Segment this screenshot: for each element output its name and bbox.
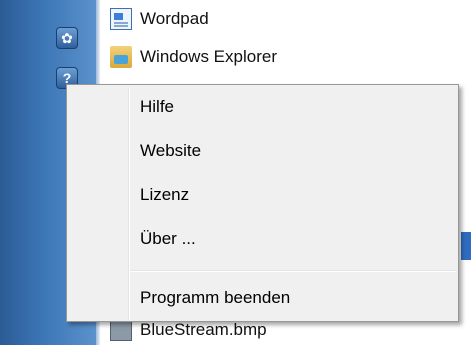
- list-item-windows-explorer[interactable]: Windows Explorer: [110, 44, 277, 70]
- bitmap-file-icon: [110, 319, 132, 341]
- list-item-wordpad[interactable]: Wordpad: [110, 6, 209, 32]
- wordpad-icon: [110, 8, 132, 30]
- gear-icon: ✿: [61, 29, 73, 46]
- menu-item-license[interactable]: Lizenz: [140, 180, 189, 210]
- selection-highlight: [461, 232, 471, 260]
- list-item-label: Wordpad: [140, 9, 209, 28]
- menu-item-exit[interactable]: Programm beenden: [140, 283, 290, 313]
- context-menu: Hilfe Website Lizenz Über ... Programm b…: [66, 84, 459, 322]
- menu-item-website[interactable]: Website: [140, 136, 201, 166]
- menu-item-help[interactable]: Hilfe: [140, 92, 174, 122]
- list-item-label: BlueStream.bmp: [140, 320, 267, 339]
- menu-icon-gutter: [128, 87, 130, 319]
- settings-button[interactable]: ✿: [56, 27, 78, 49]
- menu-item-about[interactable]: Über ...: [140, 224, 196, 254]
- menu-separator: [130, 270, 456, 272]
- list-item-label: Windows Explorer: [140, 47, 277, 66]
- windows-explorer-icon: [110, 46, 132, 68]
